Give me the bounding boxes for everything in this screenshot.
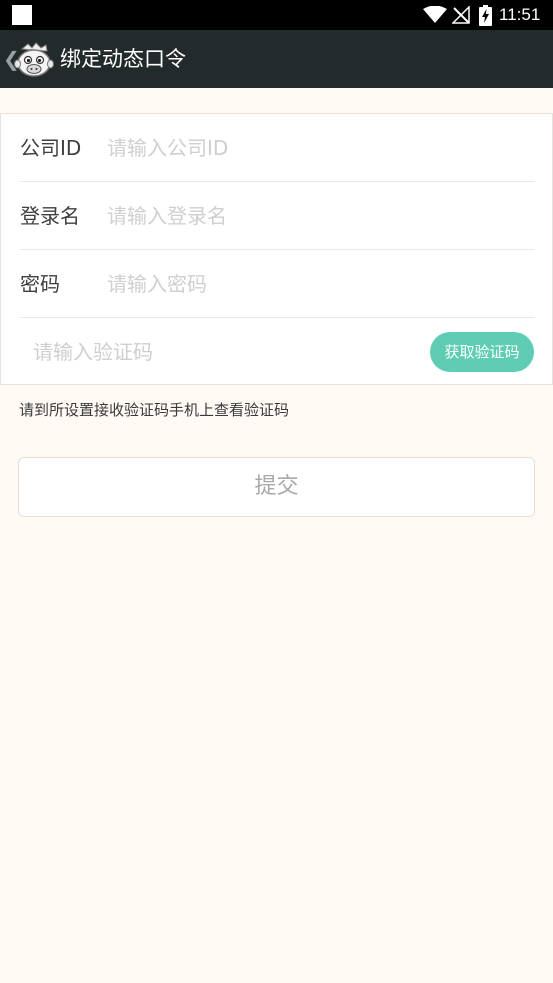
password-label: 密码 bbox=[20, 272, 60, 296]
battery-charging-icon bbox=[479, 5, 492, 30]
notification-box-icon bbox=[12, 5, 32, 25]
status-bar: 11:51 bbox=[0, 0, 553, 30]
login-name-row: 登录名 bbox=[1, 182, 553, 250]
password-input[interactable] bbox=[107, 266, 527, 302]
password-row: 密码 bbox=[1, 250, 553, 318]
company-id-input[interactable] bbox=[107, 130, 527, 166]
wifi-icon bbox=[423, 5, 447, 28]
verify-code-row: 获取验证码 bbox=[1, 318, 553, 386]
page-title: 绑定动态口令 bbox=[60, 47, 186, 71]
app-bar: ❮ 绑定动态口令 bbox=[0, 30, 553, 88]
company-id-label: 公司ID bbox=[20, 136, 82, 160]
login-name-input[interactable] bbox=[107, 198, 527, 234]
no-signal-icon bbox=[451, 5, 470, 28]
verify-code-hint: 请到所设置接收验证码手机上查看验证码 bbox=[19, 401, 290, 419]
login-name-label: 登录名 bbox=[20, 204, 80, 228]
status-time: 11:51 bbox=[499, 5, 541, 24]
submit-button[interactable]: 提交 bbox=[18, 457, 535, 517]
cartoon-mascot-logo[interactable] bbox=[14, 39, 54, 83]
company-id-row: 公司ID bbox=[1, 114, 553, 182]
verify-code-input[interactable] bbox=[33, 334, 413, 370]
bind-token-form: 公司ID 登录名 密码 获取验证码 bbox=[0, 113, 553, 385]
get-verify-code-button[interactable]: 获取验证码 bbox=[430, 332, 534, 372]
